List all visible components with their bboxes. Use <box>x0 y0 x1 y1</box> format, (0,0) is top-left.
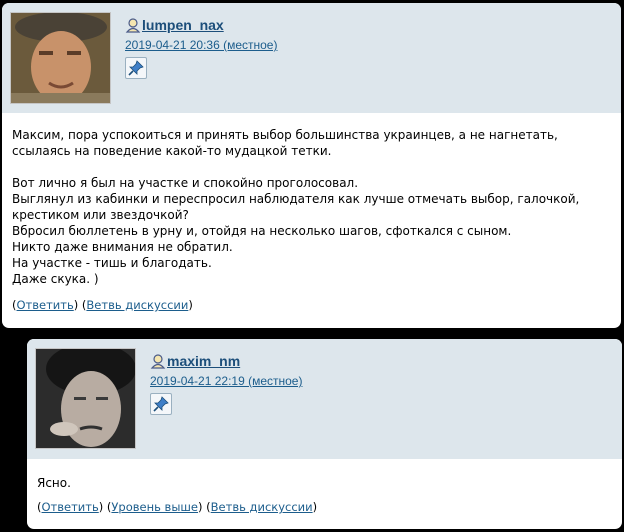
avatar-photo <box>11 13 110 103</box>
comment-actions: (Ответить) (Ветвь дискуссии) <box>12 298 193 312</box>
avatar[interactable] <box>35 348 136 449</box>
comment: maxim_nm 2019-04-21 22:19 (местное) Ясно… <box>27 339 622 529</box>
pin-button[interactable] <box>125 57 147 79</box>
comment-text: Ясно. <box>37 476 71 490</box>
user-line: lumpen_nax <box>125 17 224 33</box>
reply-link[interactable]: Ответить <box>42 500 99 514</box>
thread-link[interactable]: Ветвь дискуссии <box>211 500 313 514</box>
pin-icon <box>153 396 169 412</box>
user-icon <box>150 354 166 369</box>
reply-link[interactable]: Ответить <box>17 298 74 312</box>
username-link[interactable]: lumpen_nax <box>142 17 224 33</box>
avatar[interactable] <box>10 12 111 104</box>
comment: lumpen_nax 2019-04-21 20:36 (местное) Ма… <box>2 3 621 328</box>
user-icon <box>125 18 141 33</box>
username-link[interactable]: maxim_nm <box>167 353 240 369</box>
pin-icon <box>128 60 144 76</box>
comment-actions: (Ответить) (Уровень выше) (Ветвь дискусс… <box>37 500 318 514</box>
comment-date-link[interactable]: 2019-04-21 20:36 (местное) <box>125 38 277 52</box>
user-line: maxim_nm <box>150 353 240 369</box>
comment-date-link[interactable]: 2019-04-21 22:19 (местное) <box>150 374 302 388</box>
comment-header: lumpen_nax 2019-04-21 20:36 (местное) <box>2 3 621 113</box>
comment-header: maxim_nm 2019-04-21 22:19 (местное) <box>27 339 622 459</box>
parent-level-link[interactable]: Уровень выше <box>111 500 198 514</box>
avatar-photo <box>36 349 135 448</box>
comment-text: Максим, пора успокоиться и принять выбор… <box>12 128 580 286</box>
pin-button[interactable] <box>150 393 172 415</box>
thread-link[interactable]: Ветвь дискуссии <box>86 298 188 312</box>
